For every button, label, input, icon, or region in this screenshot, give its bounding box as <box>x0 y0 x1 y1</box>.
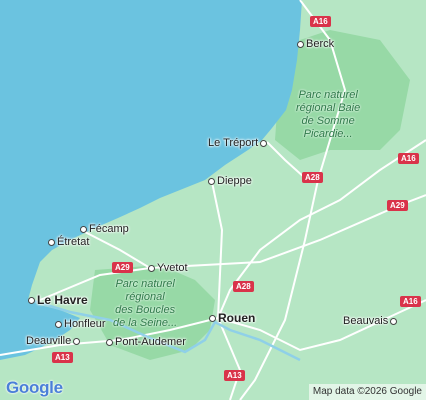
place-marker-icon <box>55 320 62 328</box>
place-marker-icon <box>106 338 113 346</box>
place-label: Le Tréport <box>208 137 259 149</box>
google-logo-text: Google <box>6 378 63 397</box>
road-shield-a29-right[interactable]: A29 <box>387 200 408 211</box>
place-marker-icon <box>80 225 87 233</box>
map-attribution[interactable]: Map data ©2026 Google <box>308 384 426 400</box>
place-marker-icon <box>297 40 304 48</box>
road-shield-a16-low[interactable]: A16 <box>400 296 421 307</box>
place-label: Beauvais <box>343 315 389 327</box>
place-label: Pont-Audemer <box>115 336 186 348</box>
place-label: Honfleur <box>64 318 106 330</box>
road-shield-a28-top[interactable]: A28 <box>302 172 323 183</box>
place-berck[interactable]: Berck <box>297 38 334 50</box>
place-deauville[interactable]: Deauville <box>26 335 81 347</box>
place-rouen[interactable]: Rouen <box>209 311 255 325</box>
road-shield-a16-mid[interactable]: A16 <box>398 153 419 164</box>
road-shield-a16-top[interactable]: A16 <box>310 16 331 27</box>
place-fecamp[interactable]: Fécamp <box>80 223 129 235</box>
place-marker-icon <box>48 238 55 246</box>
place-pont-audemer[interactable]: Pont-Audemer <box>106 336 186 348</box>
place-marker-icon <box>260 139 268 147</box>
place-marker-icon <box>209 314 216 322</box>
place-label: Deauville <box>26 335 72 347</box>
place-beauvais[interactable]: Beauvais <box>343 315 398 327</box>
place-marker-icon <box>28 296 35 304</box>
road-shield-a13-bottom[interactable]: A13 <box>224 370 245 381</box>
road-shield-a29-left[interactable]: A29 <box>112 262 133 273</box>
park-label-boucles-seine: Parc naturel régional des Boucles de la … <box>113 278 178 329</box>
road-shield-a13-left[interactable]: A13 <box>52 352 73 363</box>
place-label: Étretat <box>57 236 90 248</box>
place-label: Dieppe <box>217 175 252 187</box>
place-label: Yvetot <box>157 262 188 274</box>
map-canvas[interactable]: A16 A16 A28 A29 A29 A28 A16 A13 A13 Parc… <box>0 0 426 400</box>
place-label: Fécamp <box>89 223 129 235</box>
place-le-havre[interactable]: Le Havre <box>28 293 88 307</box>
road-shield-a28-mid[interactable]: A28 <box>233 281 254 292</box>
place-dieppe[interactable]: Dieppe <box>208 175 252 187</box>
place-label: Rouen <box>218 311 256 325</box>
place-marker-icon <box>390 317 398 325</box>
place-marker-icon <box>148 264 155 272</box>
park-label-baie-somme: Parc naturel régional Baie de Somme Pica… <box>296 89 361 140</box>
place-yvetot[interactable]: Yvetot <box>148 262 188 274</box>
place-marker-icon <box>208 177 215 185</box>
place-marker-icon <box>73 337 81 345</box>
place-le-treport[interactable]: Le Tréport <box>208 137 268 149</box>
place-honfleur[interactable]: Honfleur <box>55 318 106 330</box>
place-etretat[interactable]: Étretat <box>48 236 89 248</box>
place-label: Le Havre <box>37 293 88 307</box>
place-label: Berck <box>306 38 335 50</box>
google-logo[interactable]: Google <box>6 378 63 398</box>
